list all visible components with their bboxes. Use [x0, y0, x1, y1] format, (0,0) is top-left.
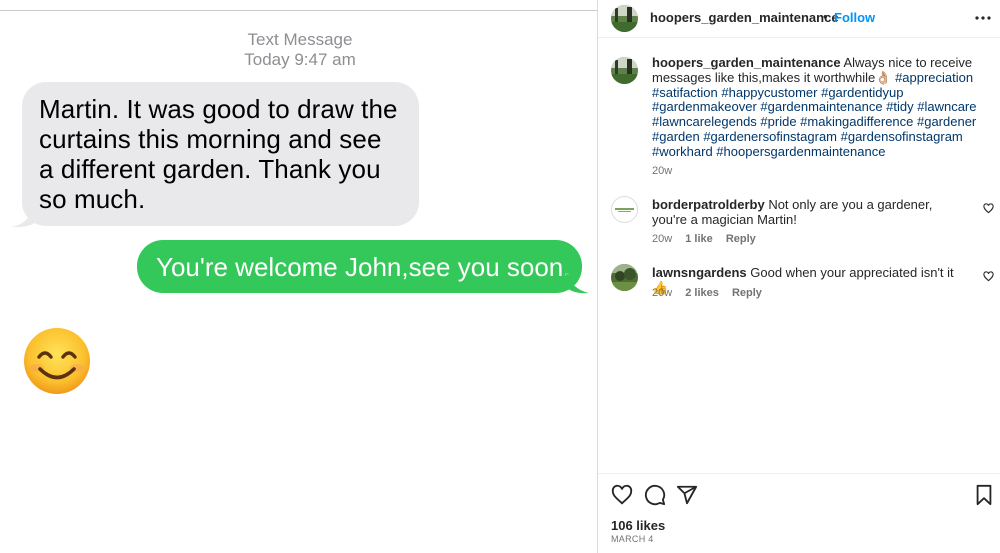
comment-likes[interactable]: 1 like [685, 233, 713, 245]
outgoing-message-bubble: You're welcome John,see you soon. [137, 240, 582, 293]
outgoing-bubble-tail [565, 268, 589, 294]
comment-icon[interactable] [644, 484, 666, 506]
comment-time[interactable]: 20w [652, 233, 672, 245]
author-avatar[interactable] [611, 5, 638, 32]
more-horizontal-icon[interactable] [975, 9, 991, 27]
comment-likes[interactable]: 2 likes [685, 287, 719, 299]
post-header: hoopers_garden_maintenance • Follow [598, 0, 1000, 38]
message-timestamp: Today 9:47 am [244, 50, 356, 69]
comment-time[interactable]: 20w [652, 287, 672, 299]
comment-meta: 20w 1 like Reply [652, 233, 766, 245]
comment-avatar[interactable] [611, 196, 638, 223]
caption-timestamp[interactable]: 20w [652, 165, 672, 177]
caption-author-avatar[interactable] [611, 57, 638, 84]
caption-username[interactable]: hoopers_garden_maintenance [652, 55, 841, 70]
comment-username[interactable]: borderpatrolderby [652, 197, 765, 212]
post-image: Text Message Today 9:47 am Martin. It wa… [0, 0, 597, 553]
message-service-label: Text Message [247, 30, 353, 49]
post-caption: hoopers_garden_maintenance Always nice t… [652, 55, 992, 160]
comment-reply-button[interactable]: Reply [732, 287, 762, 299]
post-side-panel: hoopers_garden_maintenance • Follow hoop… [598, 0, 1000, 553]
comment-username[interactable]: lawnsngardens [652, 265, 747, 280]
comment-meta: 20w 2 likes Reply [652, 287, 772, 299]
incoming-message-bubble: Martin. It was good to draw the curtains… [22, 82, 419, 226]
post-date[interactable]: MARCH 4 [611, 534, 654, 544]
likes-count[interactable]: 106 likes [611, 518, 665, 533]
comment-like-heart-icon[interactable] [983, 271, 994, 282]
smiling-face-emoji [24, 328, 90, 394]
follow-button[interactable]: Follow [834, 10, 875, 25]
incoming-bubble-tail [12, 200, 42, 228]
actions-divider [598, 473, 1000, 474]
comment-avatar[interactable] [611, 264, 638, 291]
comment-like-heart-icon[interactable] [983, 203, 994, 214]
share-icon[interactable] [676, 484, 698, 506]
comment-reply-button[interactable]: Reply [726, 233, 756, 245]
author-username[interactable]: hoopers_garden_maintenance [650, 10, 839, 25]
header-separator: • [823, 9, 828, 24]
bookmark-icon[interactable] [973, 484, 995, 506]
heart-icon[interactable] [611, 484, 633, 506]
comment-text: borderpatrolderby Not only are you a gar… [652, 197, 970, 227]
screenshot-top-rule [0, 10, 597, 11]
